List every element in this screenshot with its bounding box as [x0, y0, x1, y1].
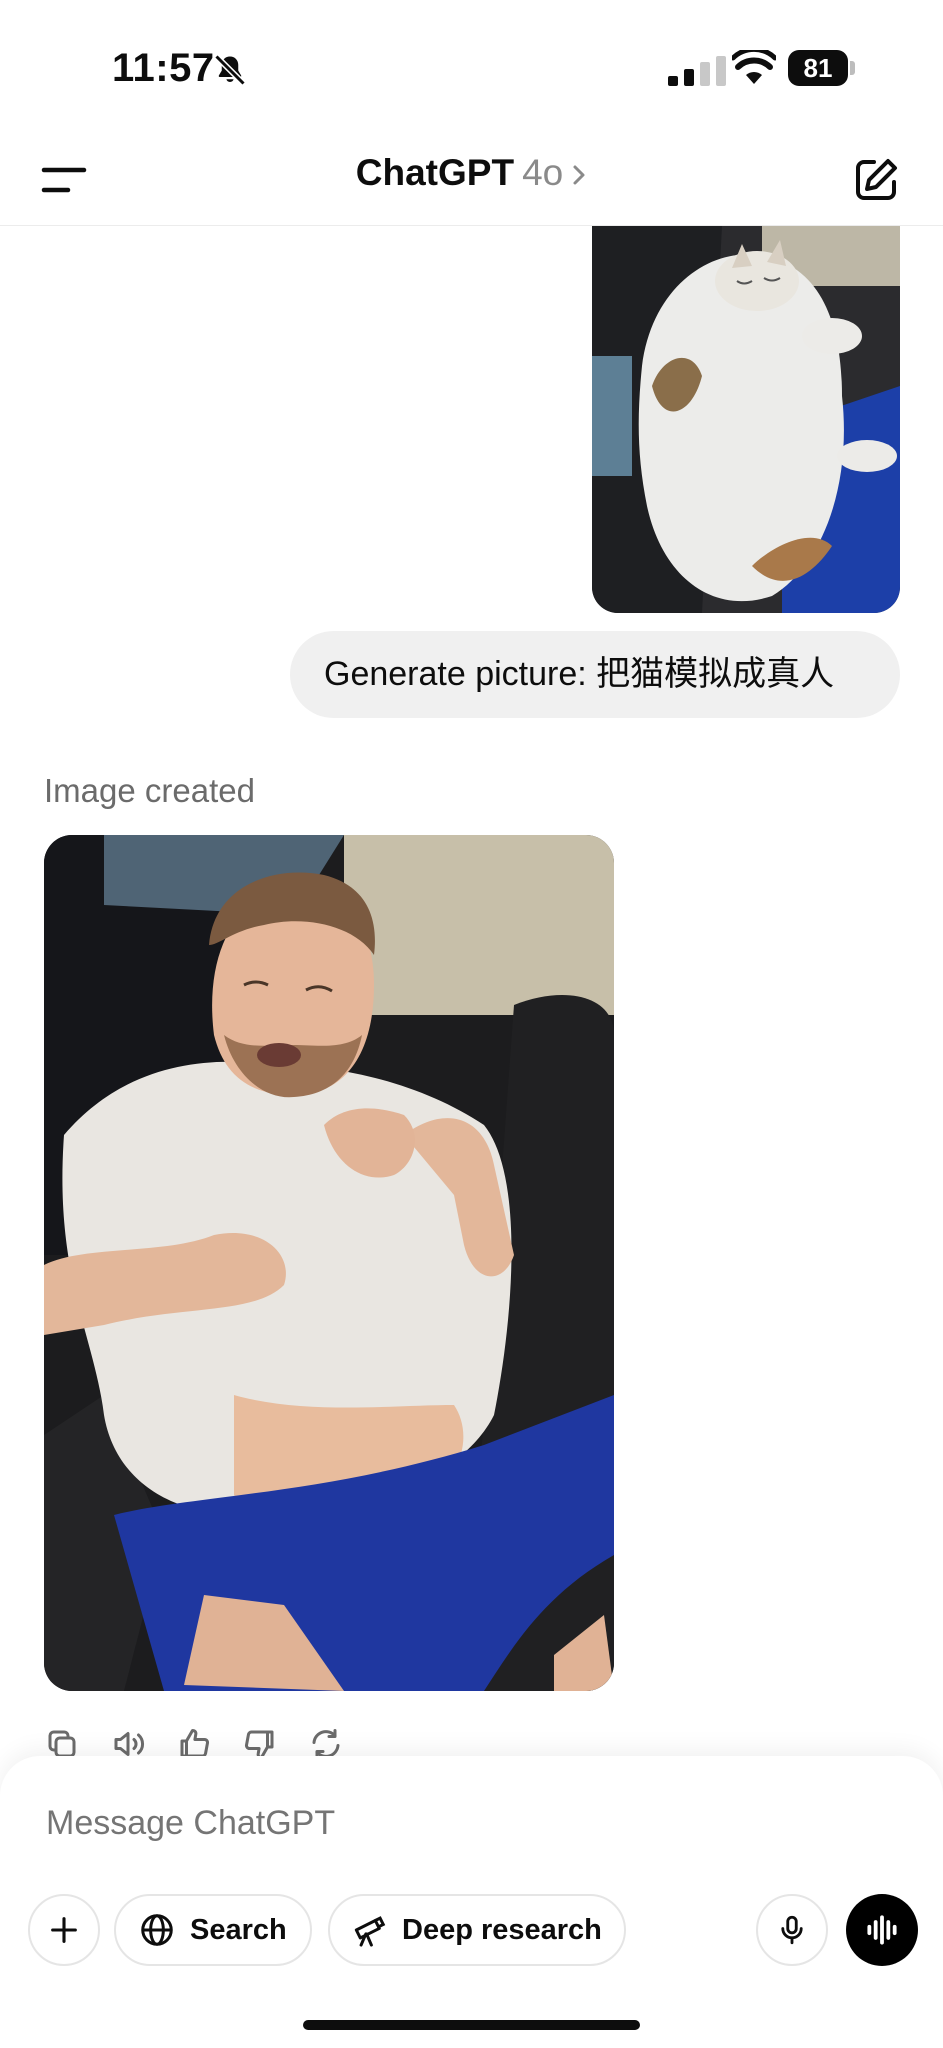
battery-icon: 81	[788, 50, 856, 86]
bell-slash-icon	[214, 54, 246, 86]
chevron-right-icon	[573, 165, 585, 185]
status-time: 11:57	[112, 46, 215, 90]
model-name: 4o	[522, 152, 564, 193]
signal-icon	[668, 56, 726, 86]
deep-research-button[interactable]: Deep research	[328, 1894, 626, 1966]
attach-button[interactable]	[28, 1894, 100, 1966]
uploaded-cat-image[interactable]	[592, 226, 900, 613]
voice-mode-icon	[867, 1915, 897, 1945]
deep-research-label: Deep research	[402, 1913, 602, 1946]
plus-icon	[51, 1917, 77, 1943]
message-input[interactable]	[46, 1798, 746, 1848]
model-selector[interactable]: ChatGPT 4o	[0, 152, 943, 194]
microphone-icon	[781, 1915, 803, 1945]
image-created-label: Image created	[44, 772, 255, 809]
user-message-bubble: Generate picture: 把猫模拟成真人	[290, 631, 900, 718]
globe-icon	[141, 1914, 173, 1946]
app-title: ChatGPT	[355, 152, 515, 193]
generated-image[interactable]	[44, 835, 614, 1691]
dictate-button[interactable]	[756, 1894, 828, 1966]
new-chat-icon[interactable]	[852, 156, 900, 204]
battery-level: 81	[803, 53, 833, 83]
user-message-text: Generate picture: 把猫模拟成真人	[324, 655, 835, 693]
search-label: Search	[190, 1913, 287, 1946]
home-indicator	[303, 2020, 640, 2030]
search-button[interactable]: Search	[114, 1894, 312, 1966]
telescope-icon	[354, 1916, 386, 1947]
wifi-icon	[732, 50, 776, 84]
voice-mode-button[interactable]	[846, 1894, 918, 1966]
